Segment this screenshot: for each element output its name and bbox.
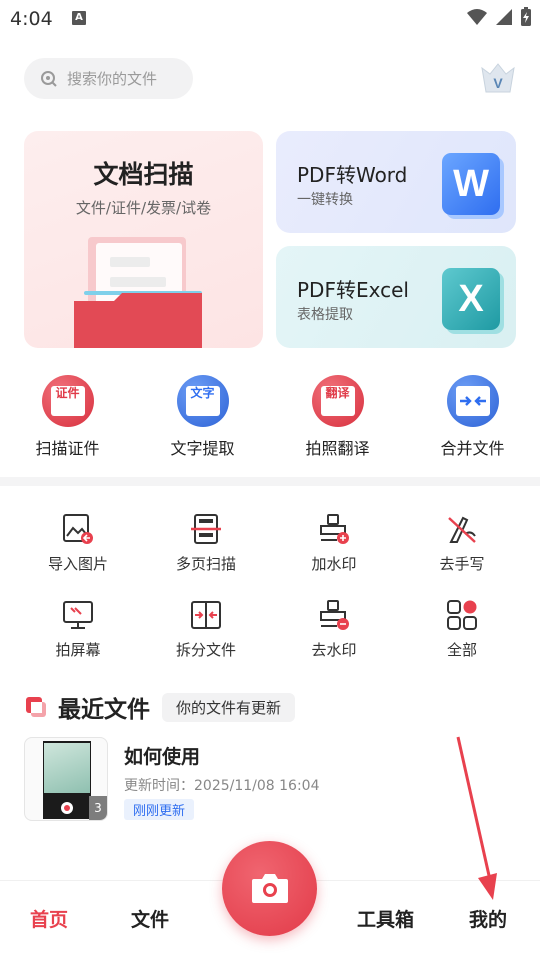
tool-import-image[interactable]: 导入图片 (13, 512, 143, 574)
battery-icon (521, 7, 531, 26)
pdf-to-excel-card[interactable]: PDF转Excel 表格提取 X (276, 246, 516, 348)
document-scan-card[interactable]: 文档扫描 文件/证件/发票/试卷 (24, 131, 263, 348)
pdf-excel-title: PDF转Excel (297, 278, 409, 302)
quick-photo-translate[interactable]: 翻译 拍照翻译 (270, 375, 405, 459)
translate-icon-text: 翻译 (320, 386, 355, 416)
screen-capture-icon (63, 601, 93, 629)
merge-arrows-icon (455, 386, 490, 416)
scanner-illustration-icon (74, 237, 202, 348)
nav-home[interactable]: 首页 (30, 905, 68, 932)
recent-file-item[interactable]: 3 如何使用 更新时间：2025/11/08 16:04 刚刚更新 (24, 737, 516, 823)
recent-files-header: 最近文件 你的文件有更新 (24, 690, 296, 724)
excel-icon: X (442, 268, 500, 330)
thumbnail-page (44, 743, 90, 793)
tool-multi-page-scan[interactable]: 多页扫描 (141, 512, 271, 574)
tool-remove-handwriting[interactable]: 去手写 (397, 512, 527, 574)
signal-icon (496, 9, 512, 25)
tool-label-all: 全部 (446, 641, 477, 659)
translate-icon: 翻译 (311, 375, 364, 427)
tool-label-remove-watermark: 去水印 (311, 641, 357, 659)
scan-title: 文档扫描 (93, 160, 194, 189)
thumbnail-controls-icon (61, 802, 73, 814)
recent-files-title: 最近文件 (58, 697, 150, 723)
nav-mine[interactable]: 我的 (469, 905, 507, 932)
add-watermark-icon (320, 514, 349, 544)
status-icons (466, 7, 532, 27)
camera-button[interactable] (222, 841, 317, 936)
scan-subtitle: 文件/证件/发票/试卷 (75, 199, 212, 217)
search-icon (41, 70, 57, 87)
text-extract-icon-text: 文字 (185, 386, 220, 416)
split-file-icon (191, 601, 221, 629)
tool-add-watermark[interactable]: 加水印 (269, 512, 399, 574)
remove-watermark-icon (320, 600, 349, 630)
nav-toolbox[interactable]: 工具箱 (357, 905, 414, 932)
all-tools-icon (447, 600, 477, 630)
text-extract-icon: 文字 (176, 375, 229, 427)
section-divider (0, 477, 540, 486)
tool-split-file[interactable]: 拆分文件 (141, 598, 271, 660)
quick-label-scan-id: 扫描证件 (35, 439, 100, 458)
pdf-to-word-card[interactable]: PDF转Word 一键转换 W (276, 131, 516, 233)
id-card-icon-text: 证件 (50, 386, 85, 416)
tool-all[interactable]: 全部 (397, 598, 527, 660)
file-thumbnail: 3 (24, 737, 108, 821)
vip-letter: V (493, 75, 503, 91)
quick-scan-id[interactable]: 证件 扫描证件 (0, 375, 135, 459)
file-status-tag: 刚刚更新 (124, 799, 195, 820)
file-name: 如何使用 (124, 746, 201, 768)
wifi-icon (467, 9, 487, 25)
thumbnail-image (43, 741, 91, 819)
tool-label-add-watermark: 加水印 (311, 555, 357, 573)
quick-label-merge: 合并文件 (440, 439, 505, 458)
search-placeholder: 搜索你的文件 (67, 70, 158, 88)
tool-remove-watermark[interactable]: 去水印 (269, 598, 399, 660)
status-time: 4:04 (10, 8, 53, 30)
quick-merge-files[interactable]: 合并文件 (405, 375, 540, 459)
tool-label-split-file: 拆分文件 (175, 641, 236, 659)
pdf-word-title: PDF转Word (297, 163, 408, 187)
recent-update-badge[interactable]: 你的文件有更新 (162, 692, 296, 722)
nav-files[interactable]: 文件 (131, 905, 169, 932)
quick-label-translate: 拍照翻译 (305, 439, 370, 458)
tool-label-import-image: 导入图片 (47, 555, 108, 573)
multi-page-scan-icon (191, 514, 221, 544)
status-bar: 4:04 A (0, 0, 540, 40)
tool-label-screen-capture: 拍屏幕 (55, 641, 101, 659)
notification-icon: A (72, 11, 86, 25)
tool-screen-capture[interactable]: 拍屏幕 (13, 598, 143, 660)
file-updated-time: 更新时间：2025/11/08 16:04 (124, 778, 320, 794)
tool-label-multi-page-scan: 多页扫描 (175, 555, 236, 573)
id-card-icon: 证件 (41, 375, 94, 427)
tool-label-remove-handwriting: 去手写 (439, 555, 485, 573)
import-image-icon (63, 514, 93, 544)
pdf-word-subtitle: 一键转换 (297, 192, 353, 208)
pdf-excel-subtitle: 表格提取 (297, 307, 353, 323)
vip-crown-icon[interactable]: V (478, 58, 518, 98)
word-icon: W (442, 153, 500, 215)
merge-icon (446, 375, 499, 427)
camera-icon (252, 874, 288, 903)
quick-label-text-extract: 文字提取 (170, 439, 235, 458)
thumbnail-page-count: 3 (89, 796, 107, 820)
recent-logo-icon (26, 697, 46, 717)
search-bar[interactable]: 搜索你的文件 (24, 58, 193, 99)
remove-handwriting-icon (448, 516, 476, 543)
quick-text-extract[interactable]: 文字 文字提取 (135, 375, 270, 459)
